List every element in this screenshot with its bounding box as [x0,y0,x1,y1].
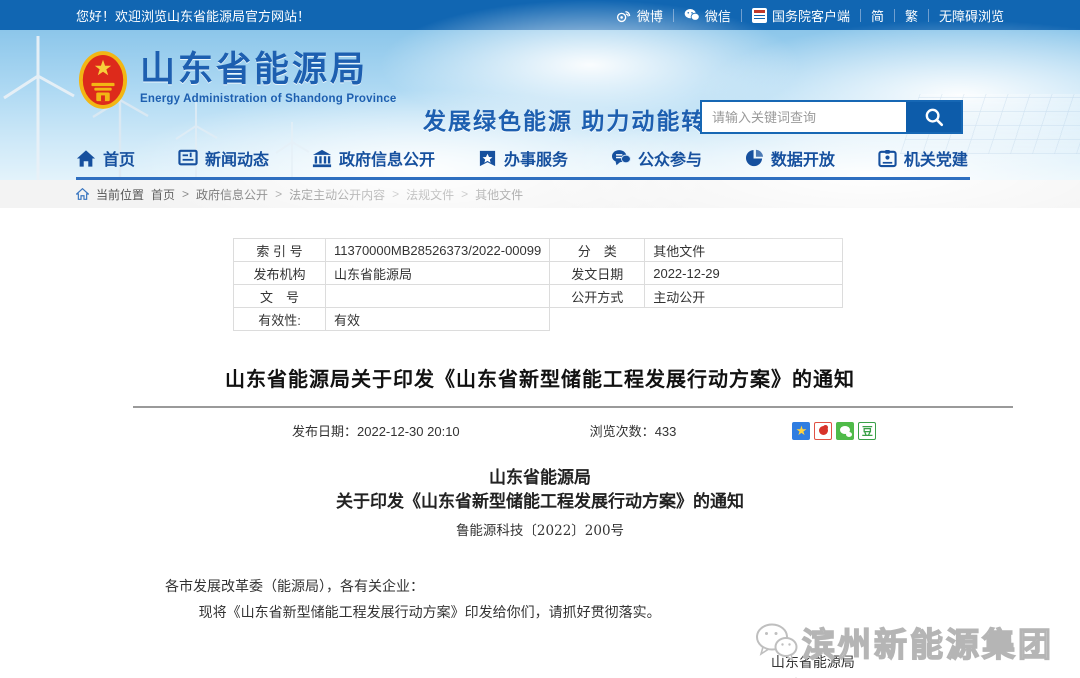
favorite-share-icon[interactable]: ★ [792,422,810,440]
nav-underline [76,177,970,180]
meta-value-validity: 有效 [326,308,550,331]
site-header: 山东省能源局 Energy Administration of Shandong… [0,30,1080,180]
search-button[interactable] [906,102,961,132]
article-heading-notice: 关于印发《山东省新型储能工程发展行动方案》的通知 [0,490,1080,514]
article-paragraph: 各市发展改革委（能源局），各有关企业： [165,573,1000,599]
site-slogan: 发展绿色能源 助力动能转换 [423,102,731,136]
douban-share-icon[interactable]: 豆 [858,422,876,440]
service-star-icon [478,149,497,168]
topbar-simplified-link[interactable]: 简 [871,6,884,25]
simplified-label: 简 [871,6,884,25]
nav-label: 公众参与 [638,146,702,170]
table-row: 文 号 公开方式 主动公开 [234,285,843,308]
meta-label-category: 分 类 [550,239,645,262]
search-bar [700,100,963,134]
page: 您好！欢迎浏览山东省能源局官方网站！ 微博 微信 国务院客户端 [0,0,1080,678]
share-icons: ★ 豆 [792,422,876,440]
nav-item-news[interactable]: 新闻动态 [178,146,269,170]
divider [894,9,895,22]
meta-label-issue-date: 发文日期 [550,262,645,285]
meta-value-open-mode: 主动公开 [645,285,843,308]
news-icon [178,149,198,167]
gov-building-icon [312,149,332,168]
meta-value-issuer: 山东省能源局 [326,262,550,285]
search-input[interactable] [702,102,906,132]
main-nav: 首页 新闻动态 政府 [76,139,968,177]
empty-cell [645,308,843,331]
nav-label: 政府信息公开 [339,146,435,170]
view-count: 浏览次数：433 [590,421,677,440]
signature-block: 山东省能源局 2022年12月29日 [0,651,1080,678]
brand: 山东省能源局 Energy Administration of Shandong… [78,50,397,110]
nav-item-open-data[interactable]: 数据开放 [745,146,835,170]
nav-label: 首页 [103,146,135,170]
nav-item-gov-info[interactable]: 政府信息公开 [312,146,435,170]
nav-item-party-building[interactable]: 机关党建 [878,146,968,170]
nav-label: 机关党建 [904,146,968,170]
topbar-gov-client-link[interactable]: 国务院客户端 [752,6,850,25]
meta-value-issue-date: 2022-12-29 [645,262,843,285]
gov-client-icon [752,8,767,23]
article-paragraph: 现将《山东省新型储能工程发展行动方案》印发给你们，请抓好贯彻落实。 [165,599,1000,625]
location-home-icon [76,188,89,200]
topbar-greeting: 您好！欢迎浏览山东省能源局官方网站！ [76,6,310,25]
chat-bubbles-icon [611,149,631,167]
article-meta-row: 发布日期：2022-12-30 20:10 浏览次数：433 ★ 豆 [0,421,1080,440]
title-divider [133,406,1013,408]
pie-chart-icon [745,149,764,168]
table-row: 发布机构 山东省能源局 发文日期 2022-12-29 [234,262,843,285]
meta-label-issuer: 发布机构 [234,262,326,285]
national-emblem-logo [78,50,128,110]
nav-label: 数据开放 [771,146,835,170]
table-row: 有效性: 有效 [234,308,843,331]
meta-value-doc-number [326,285,550,308]
signature-org: 山东省能源局 [761,651,865,674]
search-icon [923,106,945,128]
document-meta-table: 索 引 号 11370000MB28526373/2022-00099 分 类 … [233,238,843,331]
meta-label-doc-number: 文 号 [234,285,326,308]
view-count-value: 433 [655,424,677,439]
weibo-share-icon[interactable] [814,422,832,440]
brand-text: 山东省能源局 Energy Administration of Shandong… [140,50,397,105]
site-title: 山东省能源局 [140,50,397,90]
wechat-share-icon[interactable] [836,422,854,440]
meta-label-validity: 有效性: [234,308,326,331]
signature-date: 2022年12月29日 [761,674,865,678]
view-count-label: 浏览次数： [590,424,655,439]
signature-inner: 山东省能源局 2022年12月29日 [761,651,865,678]
home-icon [76,149,96,168]
topbar-gov-client-label: 国务院客户端 [772,6,850,25]
publish-date-value: 2022-12-30 20:10 [357,424,460,439]
article-heading-org: 山东省能源局 [0,466,1080,490]
empty-cell [550,308,645,331]
nav-label: 办事服务 [504,146,568,170]
publish-date-label: 发布日期： [292,424,357,439]
article-title: 山东省能源局关于印发《山东省新型储能工程发展行动方案》的通知 [0,363,1080,392]
nav-item-services[interactable]: 办事服务 [478,146,568,170]
site-title-en: Energy Administration of Shandong Provin… [140,93,397,105]
article-doc-number: 鲁能源科技〔2022〕200号 [0,519,1080,539]
divider [860,9,861,22]
nav-item-participation[interactable]: 公众参与 [611,146,702,170]
nav-item-home[interactable]: 首页 [76,146,135,170]
article-body: 各市发展改革委（能源局），各有关企业： 现将《山东省新型储能工程发展行动方案》印… [165,573,1000,625]
nav-label: 新闻动态 [205,146,269,170]
meta-label-open-mode: 公开方式 [550,285,645,308]
party-badge-icon [878,149,897,168]
publish-date: 发布日期：2022-12-30 20:10 [292,421,460,440]
